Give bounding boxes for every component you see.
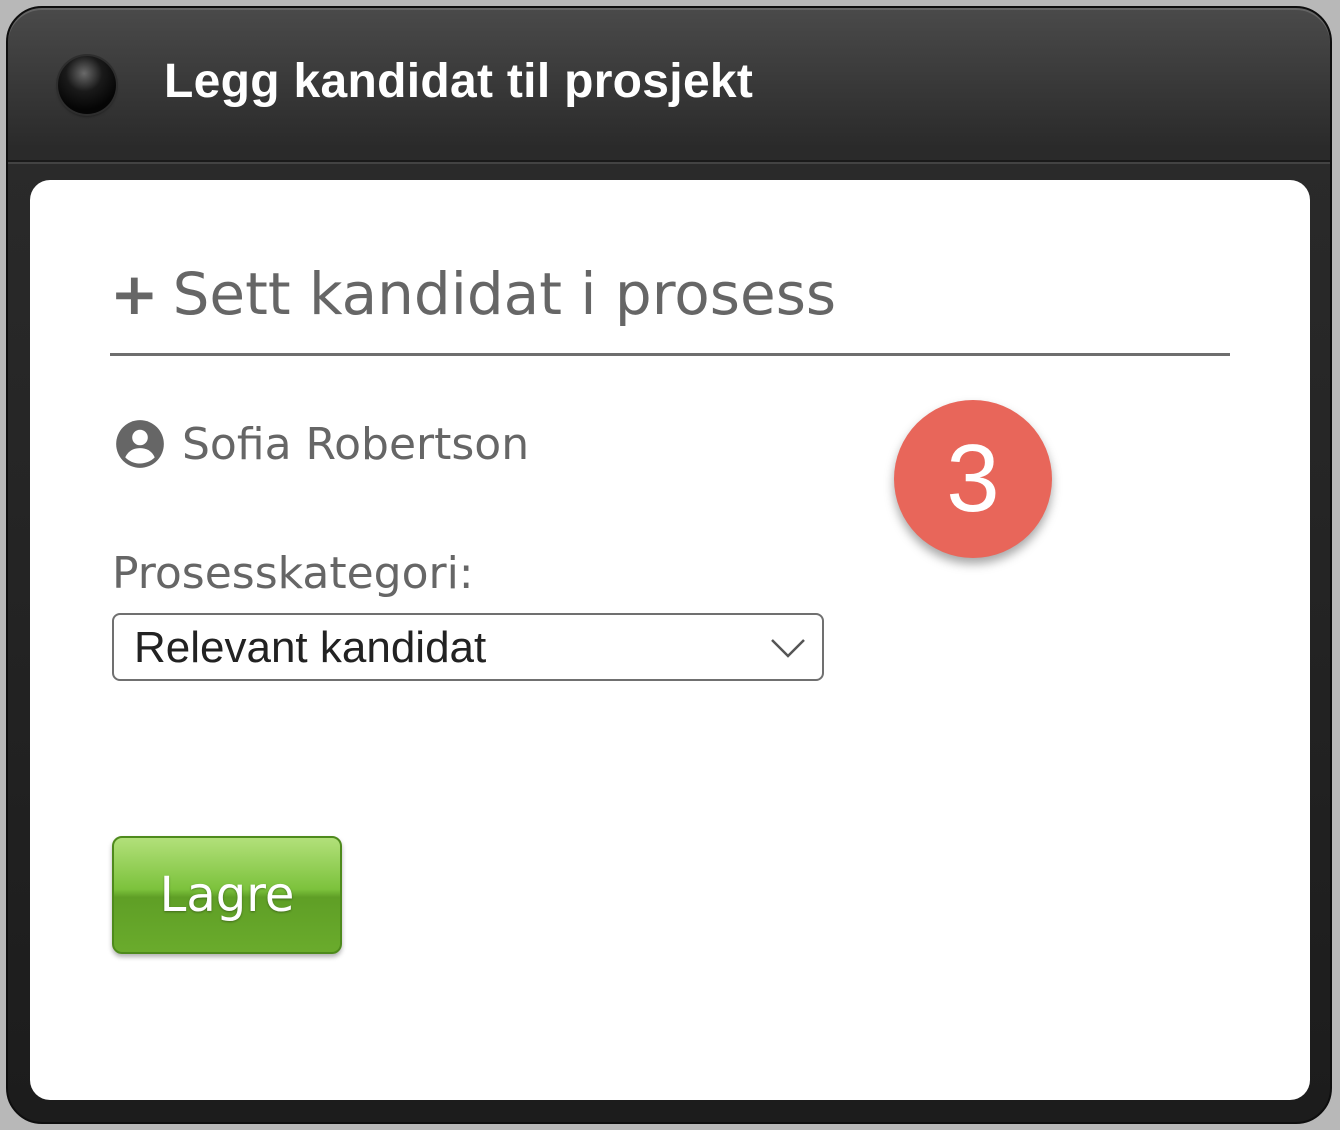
step-number-badge: 3 bbox=[894, 400, 1052, 558]
window-button-icon[interactable] bbox=[58, 56, 116, 114]
dialog-content: + Sett kandidat i prosess Sofia Robertson… bbox=[30, 180, 1310, 1100]
set-candidate-in-process-link[interactable]: + Sett kandidat i prosess bbox=[110, 260, 1230, 356]
person-circle-icon bbox=[116, 420, 164, 468]
process-category-select[interactable]: Relevant kandidat bbox=[112, 613, 824, 681]
candidate-name: Sofia Robertson bbox=[182, 418, 530, 470]
dialog-title: Legg kandidat til prosjekt bbox=[164, 55, 754, 108]
chevron-down-icon bbox=[771, 639, 805, 658]
process-category-label: Prosesskategori: bbox=[112, 548, 474, 599]
dialog-window: Legg kandidat til prosjekt + Sett kandida… bbox=[6, 6, 1332, 1124]
action-label: Sett kandidat i prosess bbox=[172, 260, 837, 328]
title-bar: Legg kandidat til prosjekt bbox=[8, 8, 1330, 162]
selected-category-value: Relevant kandidat bbox=[134, 623, 487, 672]
plus-icon: + bbox=[110, 260, 159, 328]
candidate-row: Sofia Robertson bbox=[114, 416, 529, 472]
save-button[interactable]: Lagre bbox=[112, 836, 342, 954]
